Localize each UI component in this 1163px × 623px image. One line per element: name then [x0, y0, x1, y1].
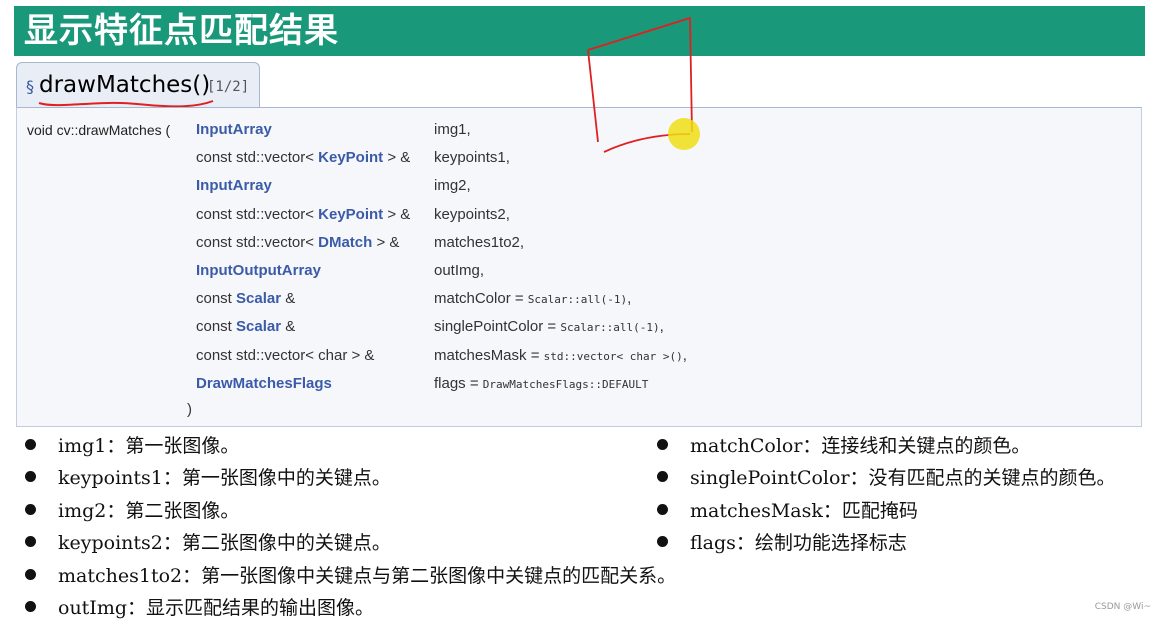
- bullet-dot-icon: [25, 503, 36, 515]
- param-row: InputArray img2,: [17, 177, 1117, 201]
- param-name: matchColor = Scalar::all(-1),: [434, 290, 632, 308]
- param-name: img1,: [434, 121, 471, 138]
- param-name: flags = DrawMatchesFlags::DEFAULT: [434, 374, 649, 392]
- function-prototype: void cv::drawMatches ( InputArray img1, co…: [16, 107, 1142, 427]
- section-symbol: §: [26, 77, 34, 96]
- type-link[interactable]: Scalar: [236, 318, 281, 335]
- param-row: InputOutputArray outImg,: [17, 262, 1117, 286]
- page-indicator: [1/2]: [207, 79, 250, 95]
- function-name: drawMatches(): [39, 72, 211, 98]
- title-bar: 显示特征点匹配结果: [14, 6, 1145, 56]
- param-name: matches1to2,: [434, 233, 525, 251]
- type-link[interactable]: InputOutputArray: [196, 262, 321, 279]
- param-type: const std::vector< KeyPoint > &: [196, 149, 411, 167]
- bullet-text: img2：第二张图像。: [58, 499, 240, 522]
- param-name: keypoints2,: [434, 205, 510, 223]
- bullet-text: matches1to2：第一张图像中关键点与第二张图像中关键点的匹配关系。: [58, 564, 677, 587]
- bullet-dot-icon: [25, 471, 36, 483]
- bullet-dot-icon: [657, 536, 668, 548]
- bullet-dot-icon: [25, 536, 36, 548]
- param-name: matchesMask = std::vector< char >(),: [434, 346, 687, 364]
- type-link[interactable]: KeyPoint: [318, 206, 383, 223]
- param-type: const Scalar &: [196, 290, 296, 308]
- param-row: const std::vector< KeyPoint > & keypoints…: [17, 206, 1117, 230]
- param-row: DrawMatchesFlags flags = DrawMatchesFlags…: [17, 375, 1117, 399]
- bullet-dot-icon: [657, 471, 668, 483]
- bullet-dot-icon: [657, 439, 668, 450]
- type-link[interactable]: DMatch: [318, 234, 372, 251]
- bullet-text: outImg：显示匹配结果的输出图像。: [58, 597, 374, 619]
- type-link[interactable]: KeyPoint: [318, 149, 383, 166]
- param-type: const Scalar &: [196, 318, 296, 336]
- type-link[interactable]: InputArray: [196, 177, 272, 194]
- param-name: img2,: [434, 177, 471, 195]
- function-tab: § drawMatches() [1/2]: [16, 62, 260, 110]
- type-link[interactable]: Scalar: [236, 290, 281, 307]
- param-type: const std::vector< KeyPoint > &: [196, 205, 411, 223]
- bullet-text: matchColor：连接线和关键点的颜色。: [690, 435, 1031, 457]
- param-default: Scalar::all(-1): [527, 293, 628, 307]
- param-row: const std::vector< char > & matchesMask =…: [17, 347, 1117, 371]
- bullet-dot-icon: [25, 568, 36, 580]
- bullet-dot-icon: [25, 439, 36, 450]
- param-row: const Scalar & matchColor = Scalar::all(-…: [17, 290, 1117, 314]
- param-type: InputArray: [196, 121, 272, 138]
- param-type: DrawMatchesFlags: [196, 375, 332, 392]
- param-row: InputArray img1,: [17, 121, 1117, 145]
- param-name: outImg,: [434, 262, 485, 279]
- watermark: CSDN @Wi~: [1094, 602, 1151, 612]
- param-default: DrawMatchesFlags::DEFAULT: [482, 377, 649, 391]
- bullet-text: keypoints1：第一张图像中的关键点。: [58, 467, 391, 490]
- bullet-dot-icon: [25, 601, 36, 612]
- prototype-close: ): [187, 401, 192, 418]
- bullet-text: keypoints2：第二张图像中的关键点。: [58, 532, 391, 555]
- param-row: const std::vector< DMatch > & matches1to2…: [17, 234, 1117, 258]
- bullet-text: singlePointColor：没有匹配点的关键点的颜色。: [690, 467, 1116, 490]
- param-type: const std::vector< DMatch > &: [196, 233, 400, 251]
- param-default: std::vector< char >(): [543, 349, 683, 363]
- type-link[interactable]: InputArray: [196, 121, 272, 138]
- param-type: InputOutputArray: [196, 262, 321, 279]
- param-row: const std::vector< KeyPoint > & keypoints…: [17, 149, 1117, 173]
- bullet-text: flags：绘制功能选择标志: [690, 532, 907, 555]
- param-type: const std::vector< char > &: [196, 346, 375, 364]
- param-default: Scalar::all(-1): [560, 321, 660, 335]
- type-link[interactable]: DrawMatchesFlags: [196, 375, 332, 392]
- cursor-highlight: [668, 118, 700, 150]
- page-title: 显示特征点匹配结果: [24, 11, 339, 51]
- param-type: InputArray: [196, 177, 272, 194]
- param-name: keypoints1,: [434, 149, 510, 167]
- bullet-text: img1：第一张图像。: [58, 435, 240, 457]
- bullet-text: matchesMask：匹配掩码: [690, 499, 918, 522]
- bullet-dot-icon: [657, 503, 668, 515]
- param-name: singlePointColor = Scalar::all(-1),: [434, 318, 664, 336]
- param-row: const Scalar & singlePointColor = Scalar:…: [17, 318, 1117, 342]
